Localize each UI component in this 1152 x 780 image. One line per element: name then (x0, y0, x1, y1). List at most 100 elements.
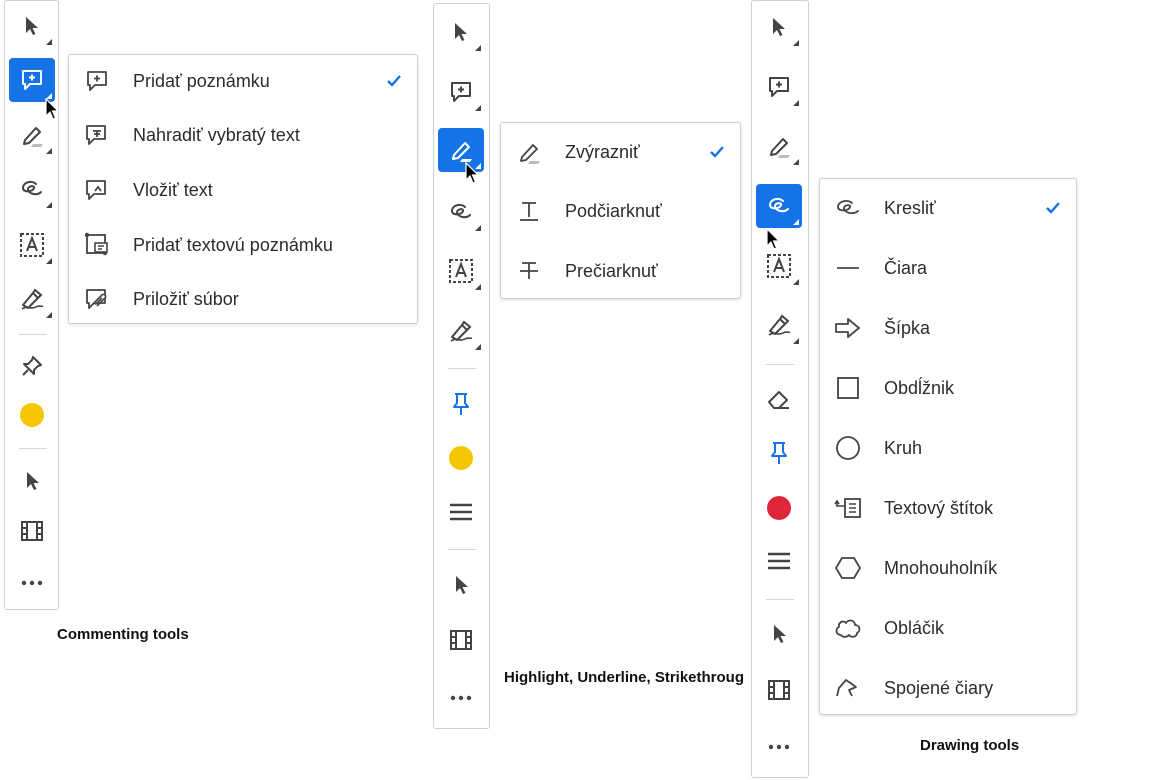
media-button[interactable] (438, 618, 484, 662)
menu-item-replace-text[interactable]: Nahradiť vybratý text (69, 115, 417, 155)
sign-tool-button[interactable] (756, 303, 802, 347)
highlighter-icon (770, 138, 790, 158)
menu-item-polyline[interactable]: Spojené čiary (820, 668, 1076, 708)
drawing-tool-menu: Kresliť Čiara Šípka Obdĺžnik Kruh Textov… (819, 178, 1077, 715)
cloud-icon (835, 619, 861, 638)
menu-item-highlight[interactable]: Zvýrazniť (501, 132, 740, 172)
menu-item-strikethrough[interactable]: Prečiarknuť (501, 251, 740, 291)
commenting-toolbar (4, 0, 59, 610)
mouse-cursor (465, 162, 480, 184)
select-tool-button[interactable] (756, 5, 802, 49)
select-tool-button[interactable] (438, 10, 484, 54)
menu-item-label: Obláčik (884, 617, 945, 638)
menu-item-label: Mnohouholník (884, 557, 998, 578)
film-icon (768, 680, 790, 700)
select-arrow-icon (773, 18, 785, 36)
media-button[interactable] (756, 668, 802, 712)
pointer-button[interactable] (756, 612, 802, 656)
menu-item-label: Obdĺžnik (884, 377, 955, 398)
text-box-tool-button[interactable] (9, 223, 55, 267)
menu-item-attach-file[interactable]: Priložiť súbor (69, 279, 417, 319)
draw-tool-button[interactable] (438, 190, 484, 234)
menu-item-label: Zvýrazniť (565, 141, 640, 162)
freehand-icon (768, 197, 789, 213)
select-arrow-icon (455, 23, 467, 41)
pin-icon (771, 442, 787, 464)
menu-item-underline[interactable]: Podčiarknuť (501, 191, 740, 231)
menu-item-arrow[interactable]: Šípka (820, 308, 1076, 348)
menu-item-add-note[interactable]: Pridať poznámku (69, 61, 417, 101)
pin-button[interactable] (438, 382, 484, 426)
pointer-button[interactable] (9, 459, 55, 503)
line-weight-button[interactable] (438, 490, 484, 534)
color-swatch (449, 446, 473, 470)
add-comment-icon (87, 71, 107, 91)
menu-item-rectangle[interactable]: Obdĺžnik (820, 368, 1076, 408)
media-button[interactable] (9, 509, 55, 553)
highlight-tool-menu: Zvýrazniť Podčiarknuť Prečiarknuť (500, 122, 741, 299)
menu-item-line[interactable]: Čiara (820, 248, 1076, 288)
signature-icon (450, 320, 473, 342)
menu-item-draw[interactable]: Kresliť (820, 188, 1076, 228)
caption-highlight: Highlight, Underline, Strikethroug (504, 669, 744, 686)
highlight-toolbar (433, 3, 490, 729)
more-button[interactable] (438, 676, 484, 720)
color-swatch (20, 403, 44, 427)
menu-item-circle[interactable]: Kruh (820, 428, 1076, 468)
drawing-toolbar (751, 0, 809, 778)
underline-icon (520, 202, 538, 221)
menu-item-label: Pridať poznámku (133, 70, 270, 91)
highlight-tool-button[interactable] (756, 124, 802, 168)
menu-item-polygon[interactable]: Mnohouholník (820, 548, 1076, 588)
draw-tool-button[interactable] (9, 167, 55, 211)
color-button[interactable] (756, 486, 802, 530)
color-button[interactable] (9, 393, 55, 437)
menu-item-label: Čiara (884, 257, 928, 278)
select-tool-button[interactable] (9, 4, 55, 48)
more-button[interactable] (9, 561, 55, 605)
film-icon (450, 630, 472, 650)
text-box-icon (767, 254, 791, 278)
caption-drawing: Drawing tools (920, 737, 1020, 754)
select-arrow-icon (26, 17, 38, 35)
menu-item-add-text-note[interactable]: Pridať textovú poznámku (69, 225, 417, 265)
insert-text-icon (86, 180, 106, 200)
circle-icon (836, 436, 860, 460)
arrow-icon (835, 318, 860, 338)
checkmark-icon (387, 75, 401, 87)
polyline-icon (836, 679, 857, 697)
comment-tool-menu: Pridať poznámku Nahradiť vybratý text Vl… (68, 54, 418, 324)
menu-item-label: Nahradiť vybratý text (133, 124, 300, 145)
menu-item-label: Kresliť (884, 197, 936, 218)
sign-tool-button[interactable] (9, 277, 55, 321)
menu-item-label: Šípka (884, 317, 931, 338)
line-weight-button[interactable] (756, 539, 802, 583)
menu-item-label: Kruh (884, 437, 923, 458)
pin-button[interactable] (756, 431, 802, 475)
eraser-button[interactable] (756, 377, 802, 421)
menu-item-label: Textový štítok (884, 497, 994, 518)
pointer-icon (456, 576, 468, 594)
pin-button[interactable] (9, 344, 55, 388)
menu-item-text-callout[interactable]: Textový štítok (820, 488, 1076, 528)
add-comment-tool-button[interactable] (9, 58, 55, 102)
text-box-tool-button[interactable] (438, 249, 484, 293)
add-comment-tool-button[interactable] (756, 65, 802, 109)
draw-tool-button[interactable] (756, 184, 802, 228)
menu-item-label: Pridať textovú poznámku (133, 234, 333, 255)
strikethrough-icon (520, 262, 538, 279)
add-comment-icon (22, 70, 42, 90)
polygon-icon (835, 557, 861, 579)
add-comment-tool-button[interactable] (438, 70, 484, 114)
menu-item-cloud[interactable]: Obláčik (820, 608, 1076, 648)
attach-file-icon (86, 289, 107, 309)
sign-tool-button[interactable] (438, 309, 484, 353)
menu-item-insert-text[interactable]: Vložiť text (69, 170, 417, 210)
color-button[interactable] (438, 436, 484, 480)
text-callout-icon (834, 498, 861, 518)
pointer-button[interactable] (438, 563, 484, 607)
caption-commenting: Commenting tools (57, 626, 189, 643)
rectangle-icon (837, 377, 859, 399)
freehand-icon (21, 180, 42, 196)
more-button[interactable] (756, 725, 802, 769)
